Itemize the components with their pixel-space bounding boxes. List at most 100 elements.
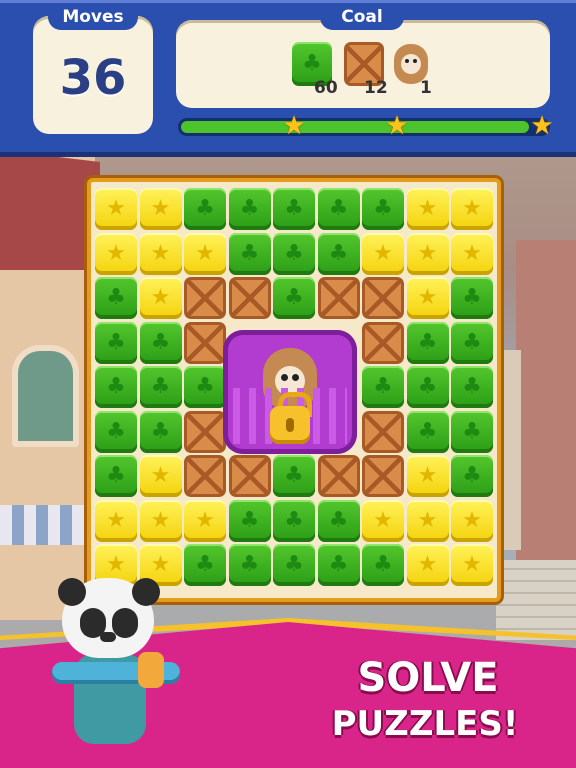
- clover-icon: ♣: [284, 463, 304, 488]
- wooden-crate[interactable]: [362, 277, 404, 319]
- green-clover-block[interactable]: ♣: [451, 321, 493, 364]
- green-clover-block[interactable]: ♣: [95, 321, 137, 364]
- left-roof: [0, 150, 100, 270]
- star-icon: ★: [417, 196, 438, 221]
- yellow-star-block[interactable]: ★: [139, 188, 182, 230]
- clover-icon: ♣: [328, 196, 349, 221]
- yellow-star-block[interactable]: ★: [95, 188, 137, 230]
- green-clover-block[interactable]: ♣: [317, 232, 360, 275]
- wooden-crate[interactable]: [362, 321, 404, 364]
- green-clover-block[interactable]: ♣: [95, 366, 137, 408]
- padlock-icon: [270, 406, 310, 444]
- green-clover-block[interactable]: ♣: [95, 410, 137, 453]
- green-clover-block[interactable]: ♣: [273, 188, 315, 230]
- green-clover-block[interactable]: ♣: [184, 188, 226, 230]
- wooden-crate[interactable]: [184, 410, 226, 453]
- yellow-star-block[interactable]: ★: [139, 277, 182, 319]
- clover-icon: ♣: [150, 329, 171, 355]
- clover-icon: ♣: [150, 418, 171, 444]
- green-clover-block[interactable]: ♣: [273, 232, 315, 275]
- green-clover-block[interactable]: ♣: [451, 366, 493, 408]
- yellow-star-block[interactable]: ★: [406, 277, 449, 319]
- stone-stairs: [496, 560, 576, 640]
- yellow-star-block[interactable]: ★: [184, 232, 226, 275]
- clover-icon: ♣: [284, 196, 304, 221]
- wooden-crate[interactable]: [228, 455, 271, 497]
- green-clover-block[interactable]: ♣: [139, 410, 182, 453]
- yellow-star-block[interactable]: ★: [184, 499, 226, 542]
- yellow-star-block[interactable]: ★: [406, 232, 449, 275]
- wooden-crate[interactable]: [228, 277, 271, 319]
- star-icon: ★: [462, 240, 482, 266]
- promo-title-line2: PUZZLES!: [331, 704, 519, 744]
- green-clover-block[interactable]: ♣: [451, 410, 493, 453]
- yellow-star-block[interactable]: ★: [362, 232, 404, 275]
- green-clover-block[interactable]: ♣: [228, 188, 271, 230]
- green-clover-block[interactable]: ♣: [451, 455, 493, 497]
- green-clover-block[interactable]: ♣: [317, 544, 360, 586]
- top-hud: 36 Moves Coal ♣ 60 12 1 ★ ★ ★: [0, 0, 576, 157]
- star-icon: ★: [417, 240, 438, 266]
- green-clover-block[interactable]: ♣: [228, 544, 271, 586]
- wooden-crate[interactable]: [184, 321, 226, 364]
- clover-icon: ♣: [150, 374, 171, 399]
- green-clover-block[interactable]: ♣: [95, 455, 137, 497]
- wooden-crate[interactable]: [317, 455, 360, 497]
- yellow-star-block[interactable]: ★: [139, 232, 182, 275]
- yellow-star-block[interactable]: ★: [139, 499, 182, 542]
- green-clover-block[interactable]: ♣: [184, 544, 226, 586]
- clover-icon: ♣: [195, 552, 215, 577]
- star-icon: ★: [150, 463, 171, 488]
- green-clover-block[interactable]: ♣: [139, 366, 182, 408]
- yellow-star-block[interactable]: ★: [406, 455, 449, 497]
- wooden-crate[interactable]: [184, 277, 226, 319]
- green-clover-block[interactable]: ♣: [228, 499, 271, 542]
- goal-count-pet: 1: [420, 78, 432, 98]
- green-clover-block[interactable]: ♣: [317, 499, 360, 542]
- wooden-crate[interactable]: [362, 455, 404, 497]
- green-clover-block[interactable]: ♣: [273, 455, 315, 497]
- green-clover-block[interactable]: ♣: [406, 321, 449, 364]
- green-clover-block[interactable]: ♣: [273, 544, 315, 586]
- yellow-star-block[interactable]: ★: [406, 499, 449, 542]
- clover-icon: ♣: [106, 285, 126, 310]
- arched-window: [12, 345, 79, 447]
- clover-icon: ♣: [106, 418, 126, 444]
- wooden-crate[interactable]: [362, 410, 404, 453]
- yellow-star-block[interactable]: ★: [95, 499, 137, 542]
- panda-mascot: [52, 568, 182, 758]
- green-clover-block[interactable]: ♣: [184, 366, 226, 408]
- green-clover-block[interactable]: ♣: [362, 366, 404, 408]
- pet-cage[interactable]: [223, 330, 357, 454]
- green-clover-block[interactable]: ♣: [451, 277, 493, 319]
- yellow-star-block[interactable]: ★: [451, 188, 493, 230]
- green-clover-block[interactable]: ♣: [228, 232, 271, 275]
- star-icon: ★: [417, 552, 438, 577]
- green-clover-block[interactable]: ♣: [406, 410, 449, 453]
- wooden-crate[interactable]: [184, 455, 226, 497]
- yellow-star-block[interactable]: ★: [451, 232, 493, 275]
- yellow-star-block[interactable]: ★: [406, 188, 449, 230]
- yellow-star-block[interactable]: ★: [451, 499, 493, 542]
- green-clover-block[interactable]: ♣: [362, 544, 404, 586]
- yellow-star-block[interactable]: ★: [139, 455, 182, 497]
- clover-icon: ♣: [462, 374, 482, 399]
- yellow-star-block[interactable]: ★: [451, 544, 493, 586]
- yellow-star-block[interactable]: ★: [95, 232, 137, 275]
- progress-bar-fill: [181, 121, 529, 133]
- green-clover-block[interactable]: ♣: [317, 188, 360, 230]
- clover-icon: ♣: [328, 507, 349, 533]
- yellow-star-block[interactable]: ★: [406, 544, 449, 586]
- green-clover-block[interactable]: ♣: [273, 499, 315, 542]
- green-clover-block[interactable]: ♣: [95, 277, 137, 319]
- star-icon: ★: [150, 285, 171, 310]
- green-clover-block[interactable]: ♣: [273, 277, 315, 319]
- green-clover-block[interactable]: ♣: [406, 366, 449, 408]
- wooden-crate[interactable]: [317, 277, 360, 319]
- clover-icon: ♣: [417, 374, 438, 399]
- green-clover-block[interactable]: ♣: [362, 188, 404, 230]
- star-icon: ★: [462, 552, 482, 577]
- yellow-star-block[interactable]: ★: [362, 499, 404, 542]
- striped-awning: [0, 505, 90, 545]
- green-clover-block[interactable]: ♣: [139, 321, 182, 364]
